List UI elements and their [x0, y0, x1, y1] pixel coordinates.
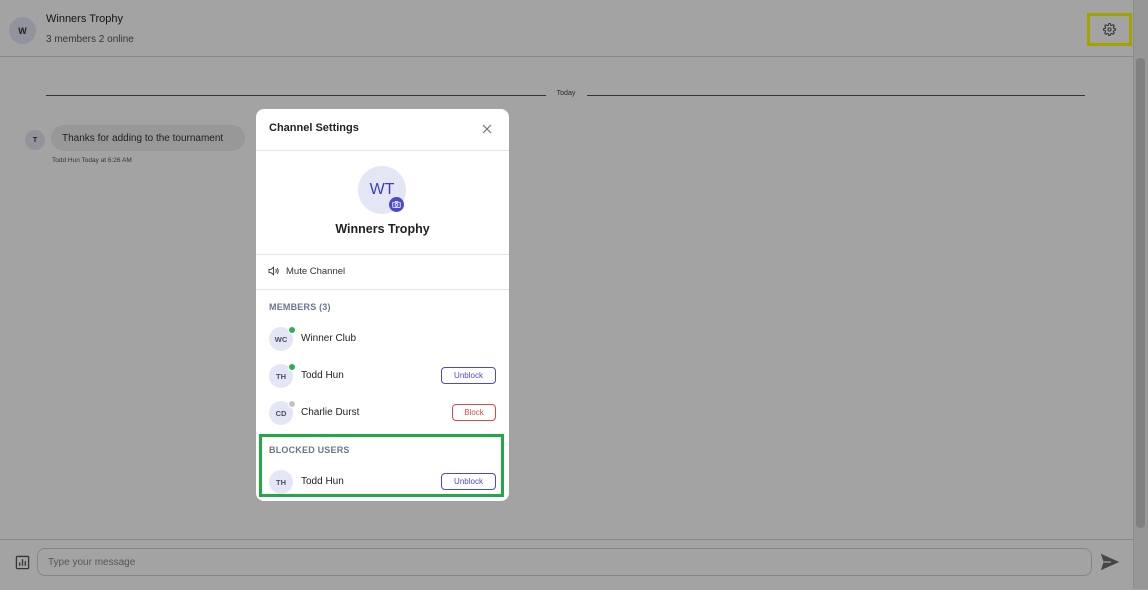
offline-status-dot: [288, 400, 296, 408]
member-name: Todd Hun: [301, 370, 344, 381]
online-status-dot: [288, 326, 296, 334]
online-status-dot: [288, 363, 296, 371]
members-heading: MEMBERS (3): [269, 302, 331, 312]
modal-title: Channel Settings: [269, 122, 359, 134]
member-row-todd-hun: TH Todd Hun Unblock: [269, 363, 496, 388]
change-photo-button[interactable]: [389, 197, 404, 212]
blocked-users-heading: BLOCKED USERS: [269, 445, 350, 455]
camera-icon: [392, 200, 401, 208]
block-button[interactable]: Block: [452, 404, 496, 421]
close-icon: [482, 124, 492, 134]
member-row-winner-club: WC Winner Club: [269, 326, 496, 351]
member-row-charlie-durst: CD Charlie Durst Block: [269, 400, 496, 425]
unblock-button[interactable]: Unblock: [441, 367, 496, 384]
divider: [256, 254, 509, 255]
blocked-user-row-todd-hun: TH Todd Hun Unblock: [269, 470, 496, 494]
modal-backdrop[interactable]: [0, 0, 1148, 589]
channel-settings-modal: Channel Settings WT Winners Trophy Mute …: [256, 109, 509, 501]
speaker-icon: [268, 266, 279, 276]
member-name: Charlie Durst: [301, 407, 360, 418]
channel-settings-name: Winners Trophy: [335, 222, 430, 236]
modal-header: Channel Settings: [256, 109, 509, 151]
member-name: Todd Hun: [301, 476, 344, 487]
member-avatar: TH: [269, 470, 293, 494]
mute-channel-label: Mute Channel: [286, 265, 346, 277]
divider: [256, 289, 509, 290]
mute-channel-toggle[interactable]: Mute Channel: [268, 263, 345, 279]
member-name: Winner Club: [301, 333, 357, 344]
unblock-button[interactable]: Unblock: [441, 473, 496, 490]
close-button[interactable]: [479, 121, 495, 137]
